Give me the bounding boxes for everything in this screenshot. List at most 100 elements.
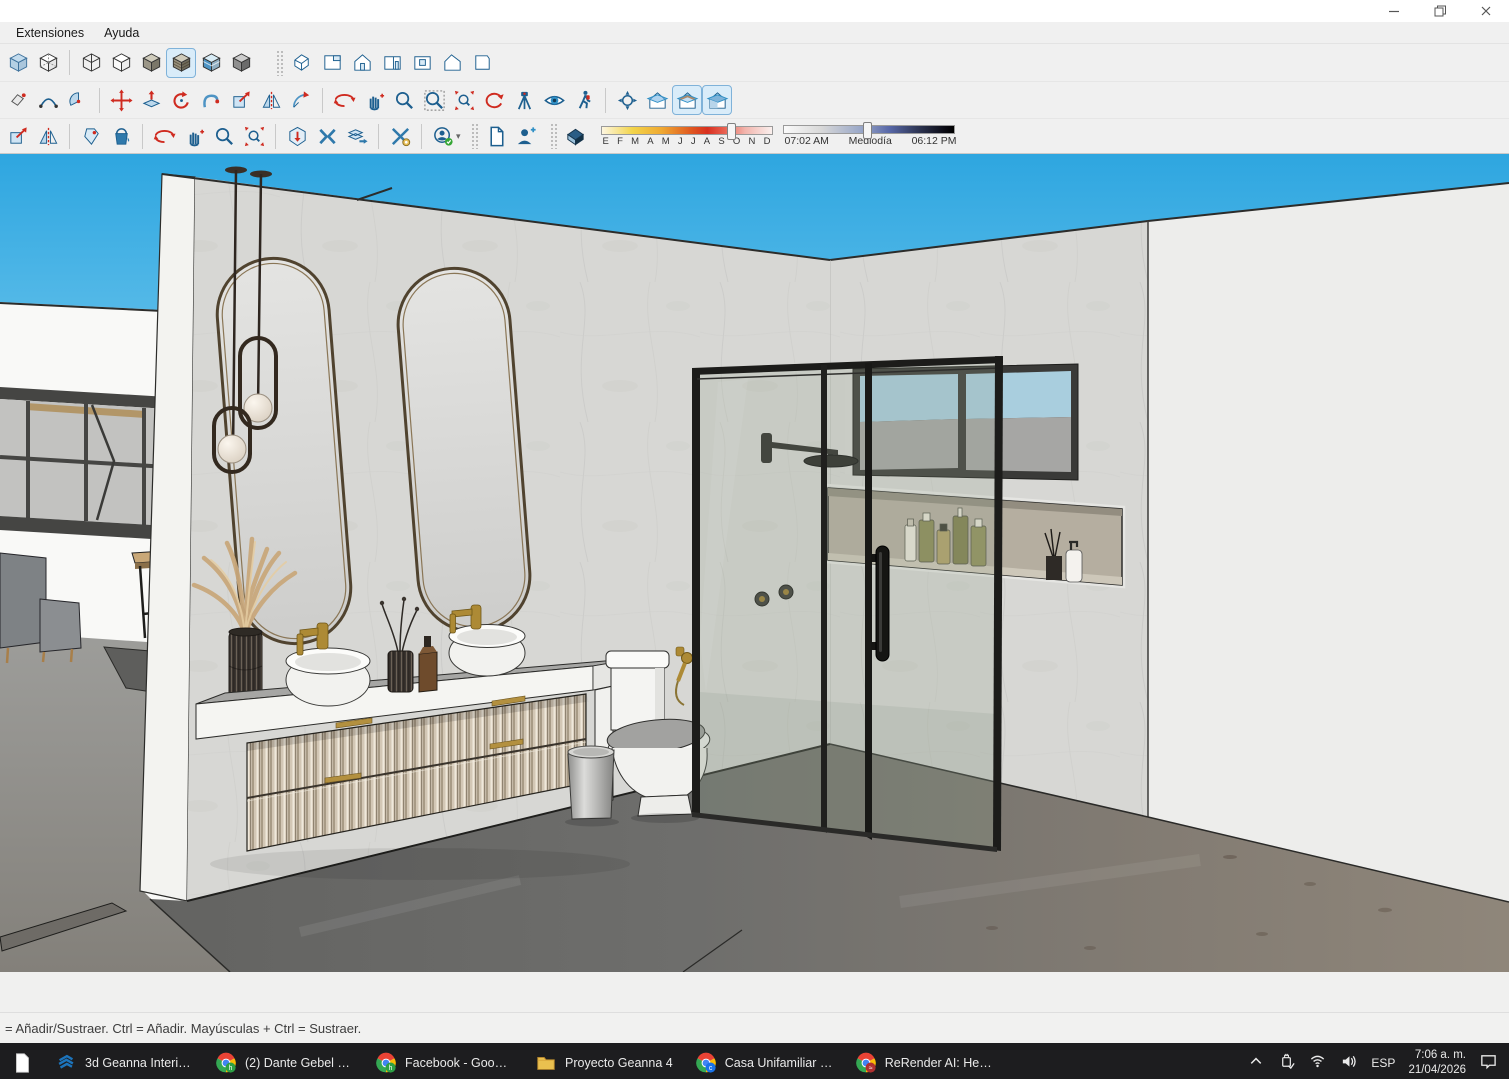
- cleanup-button[interactable]: [312, 121, 342, 151]
- look-around-icon: [543, 89, 566, 112]
- style-xray-icon: [7, 51, 30, 74]
- flip-button[interactable]: [256, 85, 286, 115]
- taskbar-item-3d-geanna-interior[interactable]: 3d Geanna Interior ...: [44, 1043, 204, 1079]
- zoom-extents-button[interactable]: [449, 85, 479, 115]
- shadows-toggle-button[interactable]: [561, 121, 591, 151]
- tray-chevron-up-icon[interactable]: [1247, 1052, 1265, 1073]
- zoom-button[interactable]: [209, 121, 239, 151]
- rotated-rect-button[interactable]: [286, 85, 316, 115]
- section-cuts-button[interactable]: [672, 85, 702, 115]
- section-fills-button[interactable]: [702, 85, 732, 115]
- style-textured-button[interactable]: [196, 48, 226, 78]
- taskbar-item-2-dante-gebel-94[interactable]: h(2) Dante Gebel #94...: [204, 1043, 364, 1079]
- restore-down-button[interactable]: [1417, 0, 1463, 22]
- time-slider-track[interactable]: [783, 125, 955, 134]
- 3d-viewport[interactable]: [0, 154, 1509, 1012]
- arc-2pt-button[interactable]: [33, 85, 63, 115]
- style-xray-button[interactable]: [3, 48, 33, 78]
- settings-x-button[interactable]: [385, 121, 415, 151]
- style-shaded-textures-button[interactable]: [166, 48, 196, 78]
- flip-icon: [260, 89, 283, 112]
- menu-ayuda[interactable]: Ayuda: [94, 24, 149, 42]
- pie-button[interactable]: [63, 85, 93, 115]
- pan-button[interactable]: [179, 121, 209, 151]
- shower-enclosure[interactable]: [692, 356, 1003, 852]
- minimize-button[interactable]: [1371, 0, 1417, 22]
- follow-me-button[interactable]: [196, 85, 226, 115]
- section-fills-icon: [706, 89, 729, 112]
- trash-can[interactable]: [565, 746, 619, 827]
- scale-icon: [7, 125, 30, 148]
- close-button[interactable]: [1463, 0, 1509, 22]
- usb-icon[interactable]: [1278, 1052, 1296, 1073]
- view-iso-button[interactable]: [287, 48, 317, 78]
- month-label: S: [718, 136, 724, 147]
- menu-bar: ExtensionesAyuda: [0, 22, 1509, 44]
- zoom-button[interactable]: [389, 85, 419, 115]
- account-dropdown-caret[interactable]: ▾: [456, 131, 461, 142]
- toolbar-separator: [421, 124, 422, 149]
- cleanup-icon: [316, 125, 339, 148]
- add-person-button[interactable]: [512, 121, 542, 151]
- account-button[interactable]: [428, 121, 458, 151]
- new-document-button[interactable]: [482, 121, 512, 151]
- language-indicator[interactable]: ESP: [1371, 1056, 1395, 1070]
- taskbar-item-proyecto-geanna-4[interactable]: Proyecto Geanna 4: [524, 1043, 684, 1079]
- section-plane-button[interactable]: [612, 85, 642, 115]
- style-monochrome-button[interactable]: [226, 48, 256, 78]
- orbit-button[interactable]: [149, 121, 179, 151]
- rotate-button[interactable]: [166, 85, 196, 115]
- pan-icon: [183, 125, 206, 148]
- eraser-button[interactable]: [3, 85, 33, 115]
- view-right-button[interactable]: [377, 48, 407, 78]
- view-top-button[interactable]: [317, 48, 347, 78]
- move-button[interactable]: [106, 85, 136, 115]
- shadow-date-slider: EFMAMJJASOND: [601, 126, 773, 147]
- style-wireframe-button[interactable]: [76, 48, 106, 78]
- vessel-sink-right[interactable]: [449, 625, 525, 677]
- orbit-button[interactable]: [329, 85, 359, 115]
- view-back-button[interactable]: [407, 48, 437, 78]
- wifi-icon[interactable]: [1309, 1052, 1327, 1073]
- style-shaded-button[interactable]: [136, 48, 166, 78]
- style-back-edges-button[interactable]: [33, 48, 63, 78]
- get-models-button[interactable]: [282, 121, 312, 151]
- arc-2pt-icon: [37, 89, 60, 112]
- paint-bucket-button[interactable]: [106, 121, 136, 151]
- menu-extensiones[interactable]: Extensiones: [6, 24, 94, 42]
- zoom-extents-button[interactable]: [239, 121, 269, 151]
- previous-button[interactable]: [479, 85, 509, 115]
- notification-icon[interactable]: [1479, 1052, 1497, 1073]
- position-camera-button[interactable]: [509, 85, 539, 115]
- toolbar-separator: [605, 88, 606, 113]
- date-slider-track[interactable]: [601, 126, 773, 135]
- zoom-window-button[interactable]: [419, 85, 449, 115]
- flip-button[interactable]: [33, 121, 63, 151]
- date-slider-handle[interactable]: [727, 123, 736, 140]
- month-label: E: [603, 136, 609, 147]
- pan-button[interactable]: [359, 85, 389, 115]
- time-slider-handle[interactable]: [863, 122, 872, 139]
- push-pull-button[interactable]: [136, 85, 166, 115]
- position-texture-button[interactable]: [76, 121, 106, 151]
- taskbar-item-file-document[interactable]: [0, 1043, 44, 1079]
- style-hidden-line-button[interactable]: [106, 48, 136, 78]
- view-bottom-button[interactable]: [467, 48, 497, 78]
- volume-icon[interactable]: [1340, 1052, 1358, 1073]
- time-label: 06:12 PM: [912, 135, 957, 147]
- right-wall[interactable]: [1148, 183, 1509, 902]
- taskbar-item-rerender-ai-herra[interactable]: ≈ReRender AI: Herra...: [844, 1043, 1004, 1079]
- taskbar-item-facebook-google[interactable]: hFacebook - Google ...: [364, 1043, 524, 1079]
- view-front-button[interactable]: [347, 48, 377, 78]
- view-left-button[interactable]: [437, 48, 467, 78]
- section-display-button[interactable]: [642, 85, 672, 115]
- scale-button[interactable]: [3, 121, 33, 151]
- clock-time: 7:06 a. m.: [1408, 1048, 1466, 1063]
- vessel-sink-left[interactable]: [286, 648, 370, 706]
- walk-button[interactable]: [569, 85, 599, 115]
- scale-button[interactable]: [226, 85, 256, 115]
- look-around-button[interactable]: [539, 85, 569, 115]
- taskbar-clock[interactable]: 7:06 a. m.21/04/2026: [1408, 1048, 1466, 1078]
- taskbar-item-casa-unifamiliar-en[interactable]: cCasa Unifamiliar en...: [684, 1043, 844, 1079]
- share-model-button[interactable]: [342, 121, 372, 151]
